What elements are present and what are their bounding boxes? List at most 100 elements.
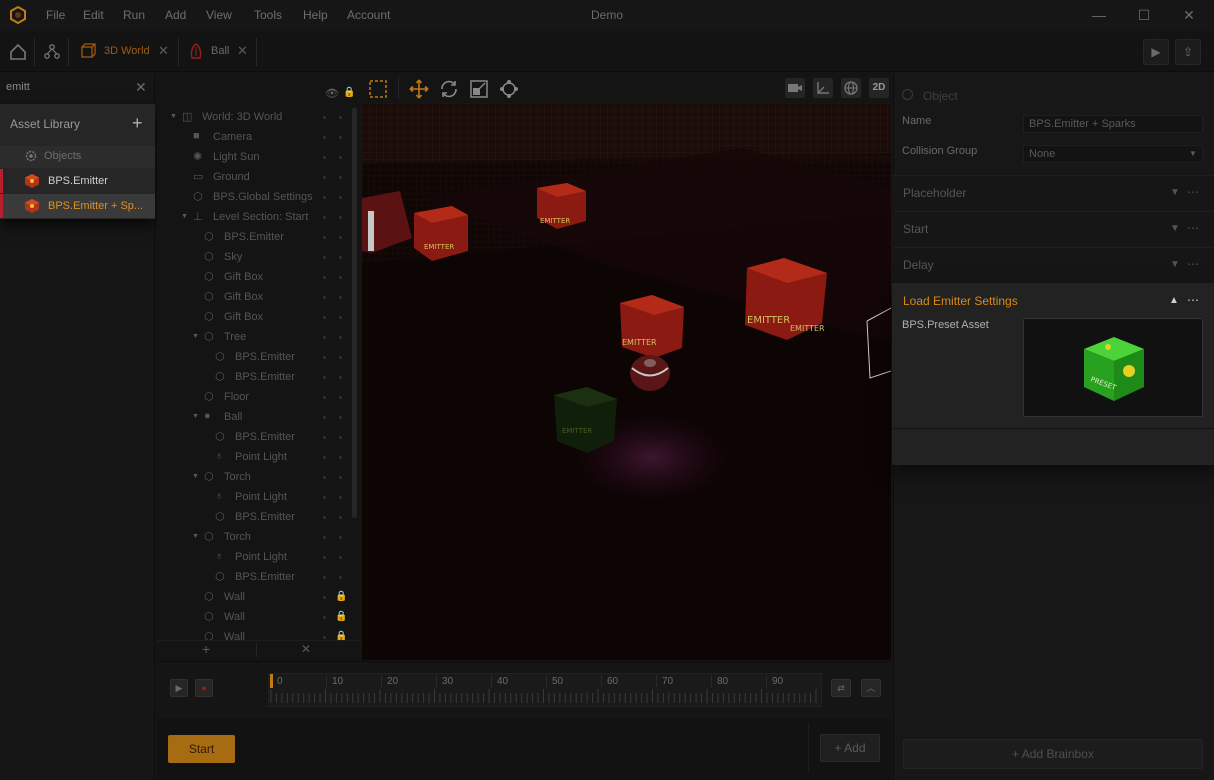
hierarchy-item-label[interactable]: Level Section: Start	[213, 211, 308, 223]
search-clear-icon[interactable]: ✕	[135, 79, 147, 96]
expand-arrow-icon[interactable]: ▼	[192, 533, 199, 540]
menu-help[interactable]: Help	[303, 8, 328, 22]
visibility-dot[interactable]	[323, 576, 326, 579]
rotate-icon[interactable]	[438, 78, 460, 100]
lock-header-icon[interactable]: 🔒	[343, 87, 355, 98]
section-delay[interactable]	[893, 247, 1214, 282]
hierarchy-item-label[interactable]: BPS.Emitter	[235, 571, 295, 583]
menu-run[interactable]: Run	[123, 8, 145, 22]
tab-close-icon[interactable]: ✕	[158, 43, 169, 59]
visibility-dot[interactable]	[323, 196, 326, 199]
visibility-dot[interactable]	[323, 256, 326, 259]
globe-icon[interactable]	[841, 78, 861, 98]
lock-dot[interactable]	[339, 516, 342, 519]
lock-dot[interactable]	[339, 336, 342, 339]
menu-view[interactable]: View	[206, 8, 232, 22]
lock-dot[interactable]	[339, 196, 342, 199]
load-emitter-settings-title[interactable]: Load Emitter Settings	[903, 294, 1018, 308]
visibility-dot[interactable]	[323, 596, 326, 599]
lock-dot[interactable]	[339, 116, 342, 119]
visibility-dot[interactable]	[323, 496, 326, 499]
hierarchy-item-label[interactable]: BPS.Emitter	[235, 371, 295, 383]
lock-dot[interactable]	[339, 496, 342, 499]
publish-button[interactable]: ⇪	[1175, 39, 1201, 65]
asset-add-icon[interactable]: +	[132, 113, 143, 134]
lock-dot[interactable]	[339, 316, 342, 319]
lock-dot[interactable]	[339, 356, 342, 359]
visibility-dot[interactable]	[323, 416, 326, 419]
lock-dot[interactable]	[339, 216, 342, 219]
chevron-down-icon[interactable]: ▼	[1189, 149, 1197, 158]
visibility-dot[interactable]	[323, 296, 326, 299]
section-expand-icon[interactable]: ▼	[1170, 223, 1180, 234]
expand-arrow-icon[interactable]: ▼	[192, 473, 199, 480]
hierarchy-item-label[interactable]: Camera	[213, 131, 252, 143]
lock-dot[interactable]	[339, 296, 342, 299]
visibility-dot[interactable]	[323, 356, 326, 359]
visibility-dot[interactable]	[323, 136, 326, 139]
name-field[interactable]: BPS.Emitter + Sparks	[1023, 115, 1203, 133]
toggle-2d-button[interactable]: 2D	[869, 78, 889, 98]
timeline-record-button[interactable]: ●	[195, 679, 213, 697]
visibility-dot[interactable]	[323, 556, 326, 559]
hierarchy-item-label[interactable]: Torch	[224, 531, 251, 543]
menu-account[interactable]: Account	[347, 8, 390, 22]
hierarchy-item-label[interactable]: Gift Box	[224, 311, 263, 323]
home-icon[interactable]	[8, 42, 28, 62]
visibility-dot[interactable]	[323, 636, 326, 639]
lock-dot[interactable]	[339, 396, 342, 399]
menu-file[interactable]: File	[46, 8, 65, 22]
collision-group-select[interactable]: None	[1023, 145, 1203, 163]
lock-icon[interactable]: 🔒	[335, 591, 347, 602]
expand-arrow-icon[interactable]: ▼	[192, 413, 199, 420]
lock-icon[interactable]: 🔒	[335, 611, 347, 622]
section-more-icon[interactable]: ⋯	[1187, 221, 1199, 235]
visibility-dot[interactable]	[323, 536, 326, 539]
hierarchy-item-label[interactable]: Sky	[224, 251, 242, 263]
hierarchy-item-label[interactable]: Floor	[224, 391, 249, 403]
hierarchy-item-label[interactable]: Wall	[224, 591, 245, 603]
visibility-dot[interactable]	[323, 156, 326, 159]
menu-edit[interactable]: Edit	[83, 8, 104, 22]
lock-dot[interactable]	[339, 556, 342, 559]
lock-dot[interactable]	[339, 416, 342, 419]
menu-add[interactable]: Add	[165, 8, 186, 22]
hierarchy-item-label[interactable]: Point Light	[235, 491, 287, 503]
hierarchy-item-label[interactable]: Gift Box	[224, 271, 263, 283]
section-expand-icon[interactable]: ▼	[1170, 259, 1180, 270]
hierarchy-item-label[interactable]: Point Light	[235, 551, 287, 563]
visibility-eye-icon[interactable]: 👁	[325, 87, 339, 100]
section-more-icon[interactable]: ⋯	[1187, 293, 1199, 307]
loop-button[interactable]: ⇄	[831, 679, 851, 697]
hierarchy-item-label[interactable]: Wall	[224, 611, 245, 623]
lock-dot[interactable]	[339, 176, 342, 179]
lock-dot[interactable]	[339, 476, 342, 479]
hierarchy-scrollbar[interactable]	[352, 108, 357, 518]
visibility-dot[interactable]	[323, 436, 326, 439]
visibility-dot[interactable]	[323, 376, 326, 379]
expand-arrow-icon[interactable]: ▼	[181, 213, 188, 220]
menu-tools[interactable]: Tools	[254, 8, 282, 22]
hierarchy-item-label[interactable]: BPS.Emitter	[235, 351, 295, 363]
visibility-dot[interactable]	[323, 176, 326, 179]
hierarchy-add-icon[interactable]: +	[202, 641, 210, 657]
section-collapse-icon[interactable]: ▲	[1169, 295, 1179, 306]
search-value[interactable]: emitt	[6, 81, 30, 93]
add-brainbox-button[interactable]: + Add Brainbox	[903, 739, 1203, 769]
lock-dot[interactable]	[339, 136, 342, 139]
3d-viewport[interactable]: EMITTER EMITTER EMITTER EMITTER EMITTER	[362, 103, 891, 660]
lock-dot[interactable]	[339, 576, 342, 579]
hierarchy-icon[interactable]	[42, 42, 62, 62]
camera-view-icon[interactable]	[785, 78, 805, 98]
hierarchy-item-label[interactable]: Light Sun	[213, 151, 259, 163]
hierarchy-item-label[interactable]: Tree	[224, 331, 246, 343]
maximize-button[interactable]: ☐	[1133, 6, 1155, 24]
minimize-button[interactable]: —	[1088, 6, 1110, 24]
visibility-dot[interactable]	[323, 616, 326, 619]
app-logo-icon[interactable]	[9, 6, 27, 24]
collapse-timeline-button[interactable]: ︿	[861, 679, 881, 697]
visibility-dot[interactable]	[323, 316, 326, 319]
tab-close-icon[interactable]: ✕	[237, 43, 248, 59]
lock-dot[interactable]	[339, 236, 342, 239]
visibility-dot[interactable]	[323, 236, 326, 239]
